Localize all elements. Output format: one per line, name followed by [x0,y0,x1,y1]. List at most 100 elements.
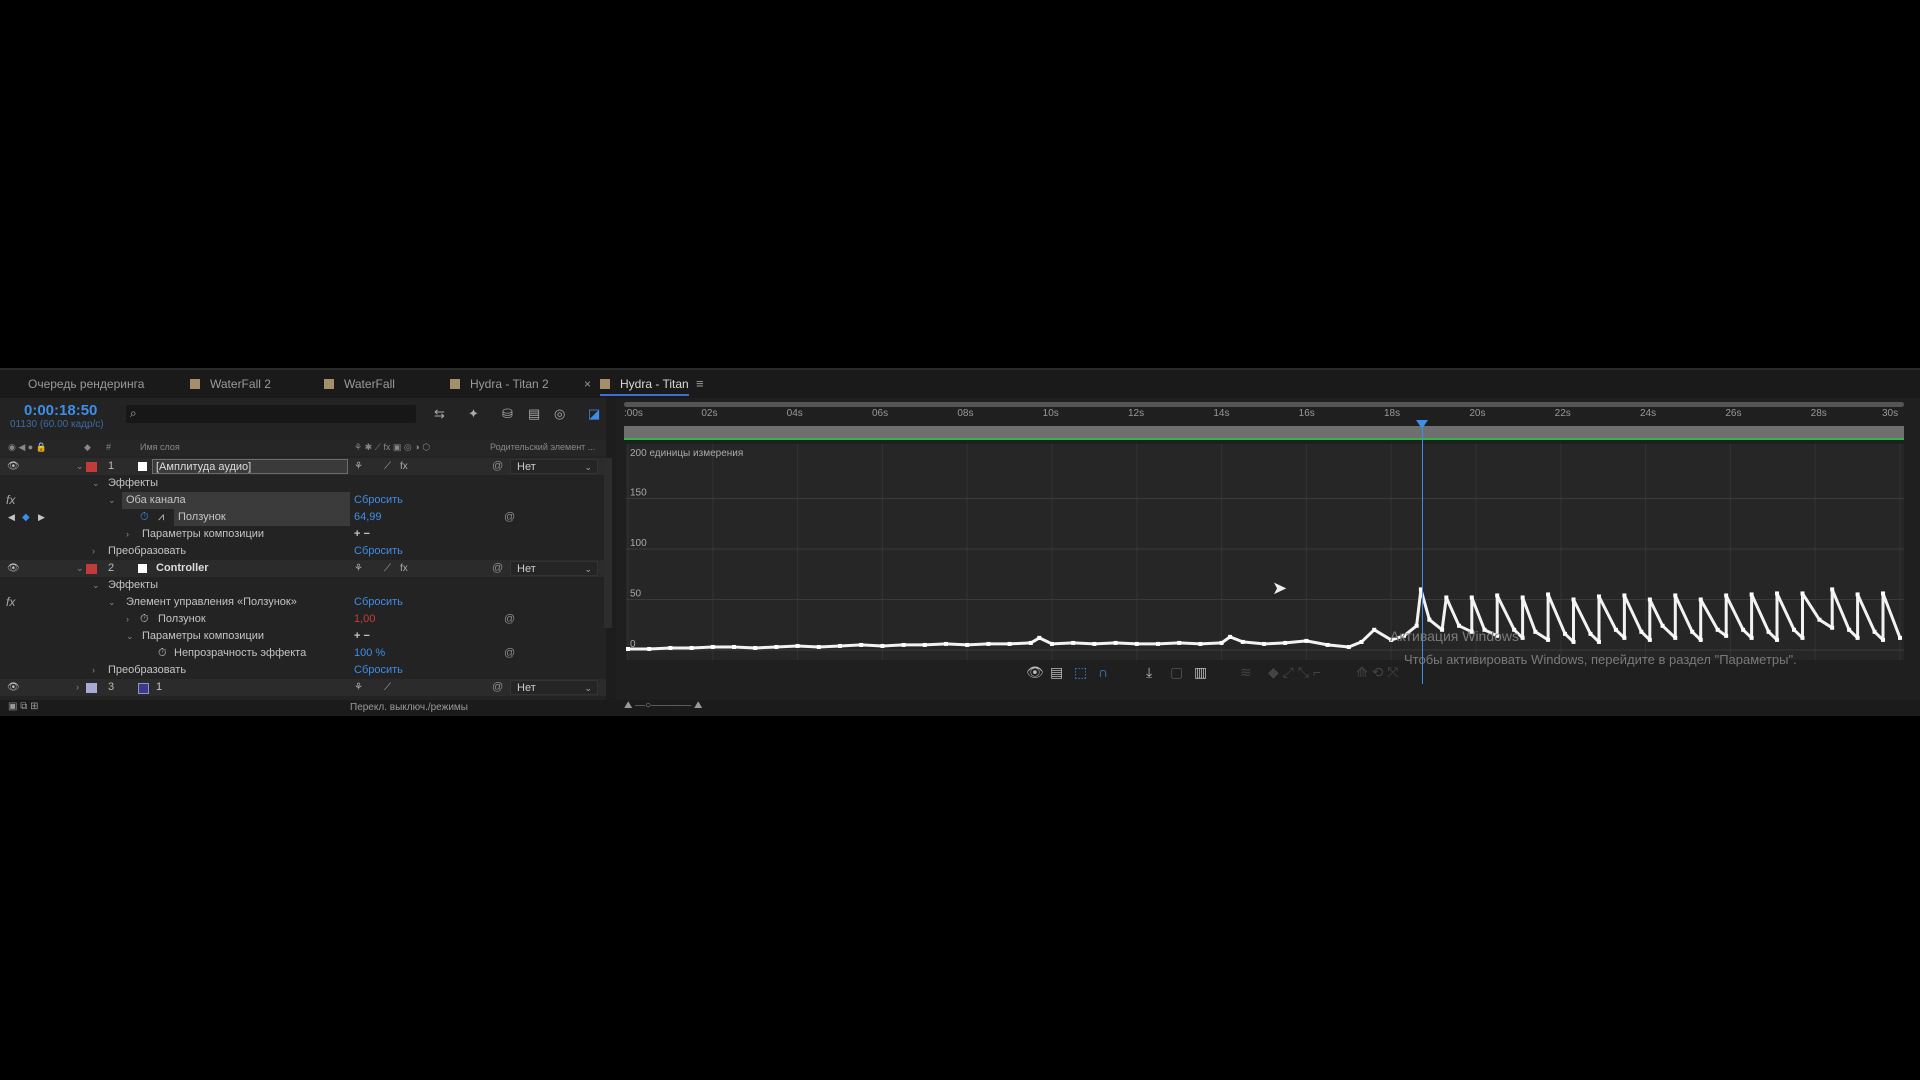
footer-toggle-icons[interactable]: ▣ ⧉ ⊞ [8,701,39,712]
layer-name-field[interactable]: [Амплитуда аудио] [152,459,348,474]
keyframe-point[interactable] [965,642,970,647]
keyframe-prev-icon[interactable]: ◀ [8,509,15,526]
keyframe-point[interactable] [1427,617,1432,622]
keyframe-point[interactable] [1028,640,1033,645]
keyframe-point[interactable] [1134,641,1139,646]
pick-whip-icon[interactable]: @ [492,679,503,696]
keyframe-point[interactable] [1830,625,1835,630]
keyframe-point[interactable] [1596,639,1601,644]
keyframe-point[interactable] [1050,641,1054,646]
tab-waterfall[interactable]: WaterFall [324,370,395,398]
keyframe-point[interactable] [1800,635,1805,640]
slider-property-row[interactable]: ◀ ◆ ▶ ⏱ ⩘ Ползунок 64,99 @ [0,509,606,526]
keyframe-point[interactable] [689,645,694,650]
transform-row[interactable]: › Преобразовать Сбросить [0,662,606,679]
keyframe-point[interactable] [1855,635,1860,640]
show-properties-icon[interactable]: 👁 [1026,664,1044,681]
twirl-closed-icon[interactable]: › [76,679,79,696]
fit-all-icon[interactable]: ▢ [1170,664,1183,681]
comp-params-row[interactable]: › Параметры композиции + − [0,526,606,543]
twirl-open-icon[interactable]: ⌄ [108,492,116,509]
label-color-swatch[interactable] [86,683,97,693]
fx-icon[interactable]: fx [6,492,15,509]
keyframe-point[interactable] [1198,641,1203,646]
keyframe-next-icon[interactable]: ▶ [38,509,45,526]
keyframe-point[interactable] [944,641,948,646]
draft-3d-icon[interactable]: ✦ [468,406,479,422]
slider-property-row[interactable]: › ⏱ Ползунок 1,00 @ [0,611,606,628]
keyframe-point[interactable] [1792,627,1796,632]
keyframe-point[interactable] [1283,640,1288,645]
twirl-open-icon[interactable]: ⌄ [126,628,134,645]
tab-hydra-titan-2[interactable]: Hydra - Titan 2 [450,370,549,398]
keyframe-point[interactable] [1622,593,1627,598]
zoom-slider[interactable]: ⛰ ━○━━━━ ⛰ [624,700,702,711]
keyframe-point[interactable] [986,641,991,646]
keyframe-point[interactable] [1071,640,1076,645]
keyframe-point[interactable] [1775,637,1780,642]
quality-switch-icon[interactable]: ⟋ [384,560,391,577]
keyframe-point[interactable] [1847,627,1852,632]
opacity-value[interactable]: 100 % [354,645,385,662]
keyframe-point[interactable] [1660,623,1665,628]
value-curve[interactable] [628,587,1902,651]
quality-switch-icon[interactable]: ⟋ [384,458,391,475]
transform-row[interactable]: › Преобразовать Сбросить [0,543,606,560]
keyframe-point[interactable] [710,644,715,649]
keyframe-point[interactable] [1639,629,1644,634]
label-color-swatch[interactable] [86,462,97,472]
keyframe-point[interactable] [1156,641,1160,646]
transform-box-icon[interactable]: ⬚ [1074,664,1087,681]
layer-row-3[interactable]: 👁 › 3 1 ⚘ ⟋ @ Нет ⌄ [0,679,606,696]
keyframe-point[interactable] [1346,644,1351,649]
keyframe-point[interactable] [1262,641,1266,646]
time-ruler[interactable]: :00s 02s 04s 06s 08s 10s 12s 14s 16s 18s 20s 22s 24s… [624,408,1904,424]
parent-dropdown[interactable]: Нет ⌄ [510,459,598,474]
twirl-closed-icon[interactable]: › [126,611,129,628]
slider-value[interactable]: 1,00 [354,611,375,628]
vertical-scrollbar[interactable] [604,458,612,628]
playhead-handle[interactable] [1416,420,1428,429]
add-remove-icons[interactable]: + − [354,628,370,645]
parent-dropdown[interactable]: Нет ⌄ [510,680,598,695]
pick-whip-icon[interactable]: @ [492,560,503,577]
quality-switch-icon[interactable]: ⟋ [384,679,391,696]
snap-icon[interactable]: ∩ [1098,664,1108,680]
twirl-closed-icon[interactable]: › [92,662,95,679]
add-remove-icons[interactable]: + − [354,526,370,543]
reset-link[interactable]: Сбросить [354,543,403,560]
keyframe-point[interactable] [1622,635,1627,640]
pick-whip-icon[interactable]: @ [504,509,515,526]
comp-mini-flowchart-icon[interactable]: ⇆ [434,406,445,422]
stopwatch-icon[interactable]: ⏱ [158,645,167,662]
keyframe-point[interactable] [816,644,821,649]
keyframe-point[interactable] [1647,597,1652,602]
keyframe-point[interactable] [1304,638,1309,643]
label-color-swatch[interactable] [86,564,97,574]
keyframe-point[interactable] [1698,637,1703,642]
twirl-open-icon[interactable]: ⌄ [108,594,116,611]
keyframe-point[interactable] [1690,629,1695,634]
keyframe-point[interactable] [1571,639,1576,644]
tab-hydra-titan[interactable]: Hydra - Titan [600,370,689,398]
keyframe-point[interactable] [626,646,630,651]
frame-blending-icon[interactable]: ▤ [528,406,540,422]
keyframe-point[interactable] [795,643,800,648]
keyframe-point[interactable] [1546,592,1551,597]
keyframe-point[interactable] [668,645,673,650]
layer-row-1[interactable]: 👁 ⌄ 1 [Амплитуда аудио] ⚘ ⟋ fx @ Нет ⌄ [0,458,606,475]
keyframe-point[interactable] [1037,635,1042,640]
graph-options-icon[interactable]: ▤ [1050,664,1063,681]
fx-icon[interactable]: fx [6,594,15,611]
keyframe-point[interactable] [1830,587,1835,592]
pick-whip-icon[interactable]: @ [492,458,503,475]
keyframe-point[interactable] [1495,593,1500,598]
current-time-display[interactable]: 0:00:18:50 [24,402,97,419]
tab-waterfall-2[interactable]: WaterFall 2 [190,370,271,398]
keyframe-point[interactable] [1647,637,1652,642]
keyframe-point[interactable] [1724,593,1729,598]
keyframe-point[interactable] [1469,595,1474,600]
slider-value[interactable]: 64,99 [354,509,382,526]
current-time-indicator[interactable] [1422,422,1423,684]
shy-switch-icon[interactable]: ⚘ [354,679,363,696]
